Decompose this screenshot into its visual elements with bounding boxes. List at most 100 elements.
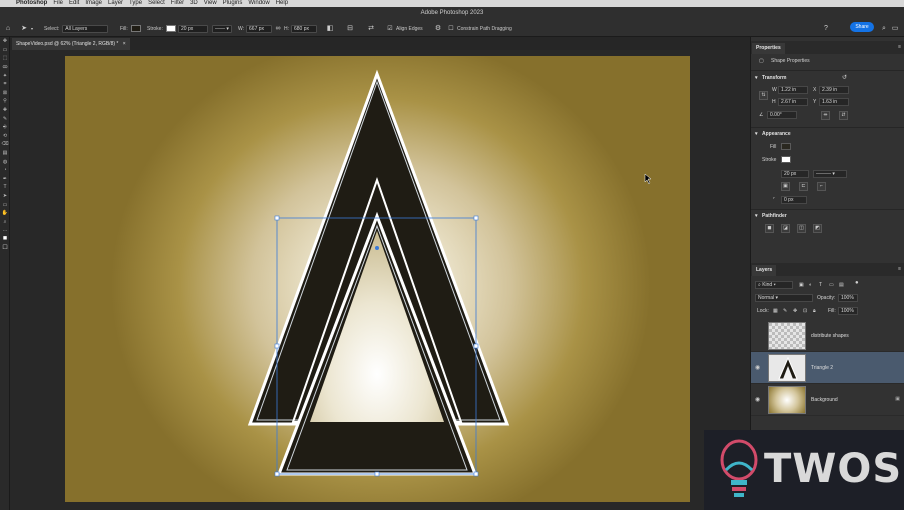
stamp-icon[interactable]: ⎆ — [0, 123, 10, 132]
flip-horizontal-icon[interactable]: ⇹ — [821, 111, 830, 120]
shape-icon[interactable]: ▭ — [0, 200, 10, 209]
home-button[interactable]: ⌂ — [4, 24, 12, 33]
path-select-icon[interactable]: ➤ — [0, 192, 10, 201]
history-brush-icon[interactable]: ⟲ — [0, 132, 10, 141]
corner-radius-input[interactable]: 0 px — [781, 196, 807, 204]
foreground-swatch-icon[interactable]: ■ — [0, 235, 10, 244]
menu-help[interactable]: Help — [276, 0, 288, 7]
workspace-icon[interactable]: ▭ — [891, 25, 899, 33]
menu-view[interactable]: View — [204, 0, 217, 7]
lock-image-icon[interactable]: ✎ — [783, 308, 787, 314]
layer-row[interactable]: ◉ Background ▣ — [751, 384, 904, 416]
y-input[interactable]: 1.63 in — [819, 98, 849, 106]
lock-artboard-icon[interactable]: ⊡ — [803, 308, 807, 314]
appearance-fill-swatch[interactable] — [781, 143, 791, 150]
document-canvas[interactable] — [65, 56, 690, 502]
stroke-width-field[interactable]: 20 px — [178, 24, 208, 33]
flip-vertical-icon[interactable]: ⇵ — [839, 111, 848, 120]
filter-shape-icon[interactable]: ▭ — [829, 282, 834, 288]
chevron-down-icon[interactable]: ▾ — [755, 75, 758, 81]
menu-3d[interactable]: 3D — [190, 0, 198, 7]
filter-type-icon[interactable]: T — [819, 282, 822, 288]
frame-icon[interactable]: ⊠ — [0, 89, 10, 98]
layer-row[interactable]: distribute shapes — [751, 320, 904, 352]
exclude-shapes-icon[interactable]: ◩ — [813, 224, 822, 233]
menu-type[interactable]: Type — [129, 0, 142, 7]
link-dimensions-button[interactable]: ⇅ — [759, 91, 768, 100]
stroke-type-dropdown[interactable]: —— ▾ — [212, 24, 232, 33]
lock-position-icon[interactable]: ✥ — [793, 308, 797, 314]
blur-icon[interactable]: ◍ — [0, 157, 10, 166]
lock-all-icon[interactable]: 🔒︎ — [813, 308, 816, 314]
appearance-stroke-swatch[interactable] — [781, 156, 791, 163]
background-swatch-icon[interactable]: □ — [0, 243, 10, 252]
layer-filter-dropdown[interactable]: ⌕ Kind ▾ — [755, 281, 793, 289]
menu-photoshop[interactable]: Photoshop — [16, 0, 47, 7]
gear-icon[interactable]: ⚙ — [434, 25, 442, 33]
magic-wand-icon[interactable]: ✦ — [0, 71, 10, 80]
healing-icon[interactable]: ✚ — [0, 106, 10, 115]
path-arrangement-icon[interactable]: ⇄ — [367, 25, 375, 33]
filter-adjustment-icon[interactable]: ◐ — [809, 282, 812, 288]
height-field[interactable]: 680 px — [291, 24, 317, 33]
artboard-icon[interactable]: ▭ — [0, 46, 10, 55]
more-icon[interactable]: … — [0, 226, 10, 235]
height-input[interactable]: 2.67 in — [778, 98, 808, 106]
filter-pixel-icon[interactable]: ▣ — [799, 282, 804, 288]
gradient-icon[interactable]: ▤ — [0, 149, 10, 158]
link-icon[interactable]: ∞ — [274, 25, 282, 33]
angle-input[interactable]: 0.00° — [767, 111, 797, 119]
share-button[interactable]: Share — [850, 22, 874, 32]
path-alignment-icon[interactable]: ⊟ — [346, 25, 354, 33]
reset-icon[interactable]: ↺ — [842, 74, 847, 81]
zoom-icon[interactable]: ⌕ — [0, 217, 10, 226]
menu-filter[interactable]: Filter — [171, 0, 184, 7]
width-field[interactable]: 667 px — [246, 24, 273, 33]
chevron-down-icon[interactable]: ▾ — [755, 213, 758, 219]
dodge-icon[interactable]: ◔ — [0, 166, 10, 175]
search-icon[interactable]: ⌕ — [880, 25, 888, 33]
stroke-swatch[interactable] — [165, 25, 176, 32]
menu-window[interactable]: Window — [248, 0, 269, 7]
lock-transparent-icon[interactable]: ▦ — [773, 308, 778, 314]
fill-input[interactable]: 100% — [838, 307, 858, 315]
document-tab[interactable]: ShapeVideo.psd @ 62% (Triangle 2, RGB/8)… — [12, 38, 130, 50]
panel-menu-icon[interactable]: ≡ — [898, 266, 901, 272]
width-input[interactable]: 1.22 in — [778, 86, 808, 94]
x-input[interactable]: 2.39 in — [819, 86, 849, 94]
move-icon[interactable]: ✥ — [0, 37, 10, 46]
brush-icon[interactable]: ✎ — [0, 114, 10, 123]
filter-toggle-icon[interactable]: ● — [855, 280, 859, 286]
tab-properties[interactable]: Properties — [752, 43, 785, 54]
blend-mode-dropdown[interactable]: Normal ▾ — [755, 294, 813, 302]
align-edges-checkbox[interactable]: ☑ — [386, 25, 394, 33]
panel-menu-icon[interactable]: ≡ — [898, 44, 901, 50]
subtract-shapes-icon[interactable]: ◪ — [781, 224, 790, 233]
type-icon[interactable]: T — [0, 183, 10, 192]
filter-smart-object-icon[interactable]: ▤ — [839, 282, 844, 288]
eyedropper-icon[interactable]: ⚲ — [0, 97, 10, 106]
menu-edit[interactable]: Edit — [69, 0, 79, 7]
menu-image[interactable]: Image — [85, 0, 102, 7]
eye-icon[interactable]: ◉ — [755, 364, 760, 371]
fill-swatch[interactable] — [130, 25, 141, 32]
menu-layer[interactable]: Layer — [108, 0, 123, 7]
intersect-shapes-icon[interactable]: ◫ — [797, 224, 806, 233]
unite-shapes-icon[interactable]: ◼ — [765, 224, 774, 233]
appearance-stroke-width[interactable]: 20 px — [781, 170, 809, 178]
tool-preset-picker[interactable]: ➤ ▾ — [20, 24, 36, 33]
layer-row[interactable]: ◉ Triangle 2 — [751, 352, 904, 384]
eraser-icon[interactable]: ⌫ — [0, 140, 10, 149]
hand-icon[interactable]: ✋ — [0, 209, 10, 218]
tab-layers[interactable]: Layers — [752, 265, 777, 276]
stroke-join-icon[interactable]: ⌐ — [817, 182, 826, 191]
appearance-stroke-type[interactable]: ——— ▾ — [813, 170, 847, 178]
close-icon[interactable]: × — [123, 41, 126, 47]
chevron-down-icon[interactable]: ▾ — [755, 131, 758, 137]
help-icon[interactable]: ? — [822, 25, 830, 33]
stroke-align-icon[interactable]: ▣ — [781, 182, 790, 191]
marquee-icon[interactable]: ⬚ — [0, 54, 10, 63]
select-dropdown[interactable]: All Layers — [62, 24, 109, 33]
opacity-input[interactable]: 100% — [838, 294, 858, 302]
crop-icon[interactable]: ⌗ — [0, 80, 10, 89]
